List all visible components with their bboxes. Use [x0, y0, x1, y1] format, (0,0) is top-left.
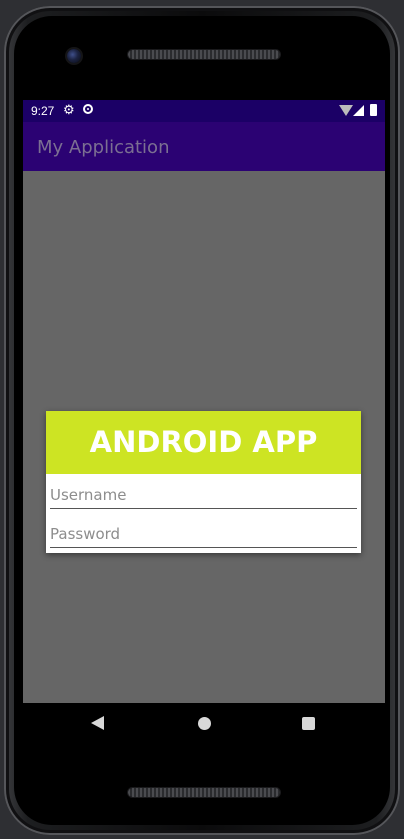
- back-icon[interactable]: [91, 716, 104, 730]
- navigation-bar: [23, 703, 385, 745]
- front-camera: [67, 49, 81, 63]
- app-bar: My Application: [23, 122, 385, 171]
- screen: 9:27 ⚙ My Application ANDROID APP: [23, 100, 385, 703]
- bottom-speaker: [128, 788, 280, 797]
- home-icon[interactable]: [198, 717, 211, 730]
- recents-icon[interactable]: [302, 717, 315, 730]
- gear-icon: ⚙: [63, 102, 75, 117]
- password-field[interactable]: [50, 520, 357, 548]
- username-field[interactable]: [50, 481, 357, 509]
- battery-icon: [370, 104, 377, 116]
- app-title: My Application: [37, 137, 170, 158]
- status-time: 9:27: [31, 104, 55, 118]
- sync-icon: [83, 104, 93, 114]
- wifi-icon: [339, 105, 353, 116]
- signal-icon: [353, 105, 364, 116]
- dialog-header: ANDROID APP: [46, 411, 361, 474]
- login-dialog: ANDROID APP: [46, 411, 361, 553]
- dimmed-content[interactable]: ANDROID APP: [23, 171, 385, 703]
- earpiece-speaker: [128, 50, 280, 59]
- status-bar: 9:27 ⚙: [23, 100, 385, 122]
